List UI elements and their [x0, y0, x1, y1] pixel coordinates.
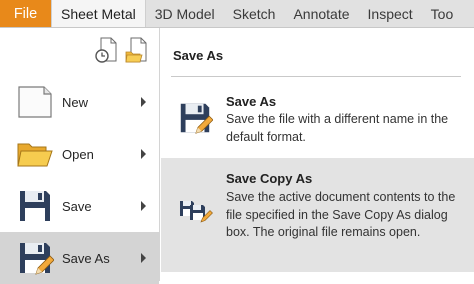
ribbon-tab-bar: File Sheet Metal 3D Model Sketch Annotat… [0, 0, 474, 28]
save-as-icon [20, 243, 54, 275]
submenu-title: Save As [173, 48, 224, 63]
save-floppy-icon [20, 191, 50, 221]
recent-documents-icon[interactable] [94, 36, 120, 64]
save-copy-as-icon [180, 201, 213, 223]
new-document-icon [18, 86, 52, 118]
option-save-as[interactable]: Save As Save the file with a different n… [161, 88, 474, 156]
option-description: Save the active document contents to the… [226, 190, 456, 239]
menu-item-label: Save [62, 198, 92, 214]
menu-item-open[interactable]: Open [0, 128, 159, 180]
tab-file[interactable]: File [0, 0, 51, 27]
chevron-right-icon [141, 97, 146, 107]
tab-inspect[interactable]: Inspect [359, 0, 422, 27]
chevron-right-icon [141, 253, 146, 263]
tab-3d-model[interactable]: 3D Model [146, 0, 224, 27]
option-title: Save Copy As [226, 171, 313, 186]
menu-item-label: Save As [62, 250, 110, 266]
tab-sheet-metal[interactable]: Sheet Metal [51, 0, 146, 27]
save-as-icon [180, 103, 213, 134]
open-folder-icon[interactable] [124, 36, 150, 64]
tab-sketch[interactable]: Sketch [224, 0, 285, 27]
option-save-copy-as[interactable]: Save Copy As Save the active document co… [161, 158, 474, 272]
chevron-right-icon [141, 149, 146, 159]
tab-annotate[interactable]: Annotate [284, 0, 358, 27]
menu-item-save[interactable]: Save [0, 180, 159, 232]
menu-item-save-as[interactable]: Save As [0, 232, 159, 284]
option-title: Save As [226, 94, 277, 109]
divider [171, 76, 461, 77]
save-as-submenu: Save As Save As Save the file with a dif… [161, 28, 474, 281]
menu-item-label: Open [62, 146, 94, 162]
option-description: Save the file with a different name in t… [226, 112, 449, 144]
tab-tools[interactable]: Too [422, 0, 463, 27]
open-folder-icon [17, 143, 53, 167]
menu-item-new[interactable]: New [0, 76, 159, 128]
file-menu: New Open Save Save As [0, 28, 160, 284]
recent-icons [94, 36, 154, 66]
menu-item-label: New [62, 94, 89, 110]
chevron-right-icon [141, 201, 146, 211]
